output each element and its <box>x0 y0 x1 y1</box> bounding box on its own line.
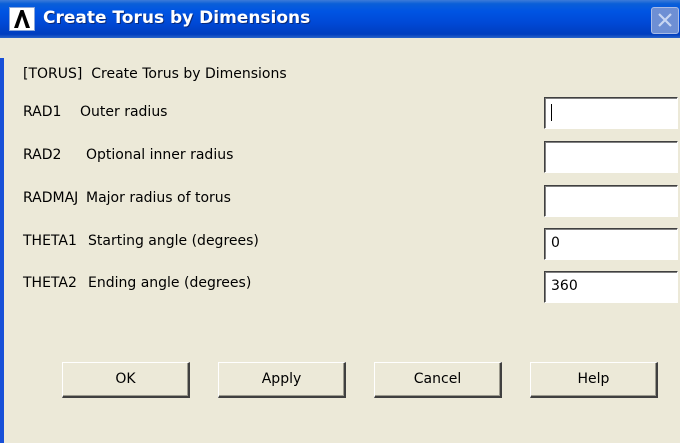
field-desc-theta1: Starting angle (degrees) <box>88 233 259 249</box>
ansys-logo-icon <box>9 7 35 31</box>
apply-button[interactable]: Apply <box>218 362 346 398</box>
close-button[interactable] <box>651 7 679 34</box>
field-code-radmaj: RADMAJ <box>23 190 79 206</box>
window-left-border <box>0 58 4 443</box>
field-label-theta1: THETA1 Starting angle (degrees) <box>23 233 259 249</box>
theta2-input[interactable]: 360 <box>544 271 678 303</box>
ok-button[interactable]: OK <box>62 362 190 398</box>
field-label-rad2: RAD2 Optional inner radius <box>23 147 233 163</box>
title-bar: Create Torus by Dimensions <box>0 0 680 38</box>
rad1-input[interactable] <box>544 97 678 129</box>
window-title: Create Torus by Dimensions <box>43 8 311 28</box>
field-code-rad1: RAD1 <box>23 104 62 120</box>
text-cursor <box>551 104 552 121</box>
theta1-input[interactable]: 0 <box>544 228 678 260</box>
help-button[interactable]: Help <box>530 362 658 398</box>
theta2-value: 360 <box>551 278 578 294</box>
rad2-input[interactable] <box>544 141 678 173</box>
field-code-theta1: THETA1 <box>23 233 77 249</box>
cancel-button[interactable]: Cancel <box>374 362 502 398</box>
command-header: [TORUS] Create Torus by Dimensions <box>23 66 287 82</box>
field-desc-rad2: Optional inner radius <box>86 147 234 163</box>
field-code-theta2: THETA2 <box>23 275 77 291</box>
field-label-theta2: THETA2 Ending angle (degrees) <box>23 275 251 291</box>
field-label-rad1: RAD1 Outer radius <box>23 104 167 120</box>
theta1-value: 0 <box>551 235 560 251</box>
radmaj-input[interactable] <box>544 185 678 217</box>
field-code-rad2: RAD2 <box>23 147 62 163</box>
field-desc-radmaj: Major radius of torus <box>86 190 231 206</box>
field-desc-rad1: Outer radius <box>80 104 168 120</box>
field-label-radmaj: RADMAJ Major radius of torus <box>23 190 231 206</box>
field-desc-theta2: Ending angle (degrees) <box>88 275 252 291</box>
